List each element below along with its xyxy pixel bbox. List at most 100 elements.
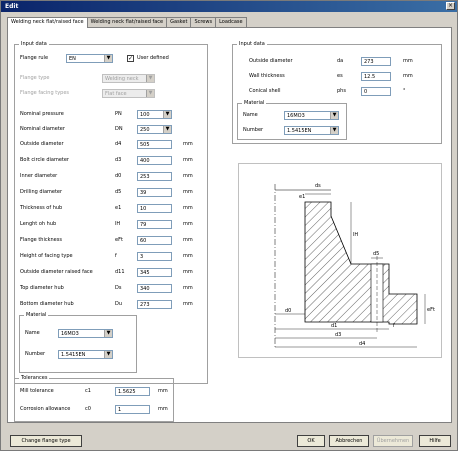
unit-label: mm <box>183 157 193 163</box>
param-symbol: d11 <box>115 269 125 275</box>
unit-label: mm <box>158 388 168 394</box>
group-title: Input data <box>19 41 49 47</box>
inner-diameter-input[interactable]: 253 <box>137 172 172 181</box>
param-label: Nominal diameter <box>20 126 65 132</box>
material-group: Material Name 16MO3 ▼ Number 1.5415EN ▼ <box>19 312 137 373</box>
material-name-select[interactable]: 16MO3 ▼ <box>284 111 339 120</box>
help-button[interactable]: Hilfe <box>419 435 451 447</box>
wall-thickness-input[interactable]: 12.5 <box>361 72 391 81</box>
flange-type-label: Flange type <box>20 75 50 81</box>
unit-label: mm <box>183 141 193 147</box>
param-label: Conical shell <box>249 88 281 94</box>
label-d4: d4 <box>359 341 365 347</box>
param-label: Flange thickness <box>20 237 62 243</box>
material-number-select[interactable]: 1.5415EN ▼ <box>284 126 339 135</box>
param-label: Outside diameter raised face <box>20 269 93 275</box>
param-label: Outside diameter <box>249 58 293 64</box>
tab-gasket[interactable]: Gasket <box>166 17 192 27</box>
close-icon[interactable]: × <box>446 2 455 10</box>
apply-button[interactable]: Übernehmen <box>373 435 413 447</box>
param-symbol: es <box>337 73 343 79</box>
param-label: Corrosion allowance <box>20 406 71 412</box>
conical-shell-input[interactable]: 0 <box>361 87 391 96</box>
flange-facing-value: Flat face <box>105 91 127 97</box>
param-symbol: e1 <box>115 205 122 211</box>
param-symbol: d4 <box>115 141 122 147</box>
param-value: 250 <box>140 127 150 133</box>
bottom-hub-diameter-input[interactable]: 273 <box>137 300 172 309</box>
group-title: Input data <box>237 41 267 47</box>
material-name-select[interactable]: 16MO3 ▼ <box>58 329 113 338</box>
unit-label: mm <box>183 269 193 275</box>
tab-screws[interactable]: Screws <box>190 17 217 27</box>
chevron-down-icon: ▼ <box>146 90 154 97</box>
tab-welding-neck-1[interactable]: Welding neck flat/raised face <box>7 17 88 28</box>
label-d1: d1 <box>331 323 337 329</box>
facing-height-input[interactable]: 3 <box>137 252 172 261</box>
flange-rule-select[interactable]: EN ▼ <box>66 54 113 63</box>
hub-length-input[interactable]: 79 <box>137 220 172 229</box>
material-name-value: 16MO3 <box>287 113 305 119</box>
tab-welding-neck-2[interactable]: Welding neck flat/raised face <box>86 17 168 27</box>
param-symbol: DN <box>115 126 123 132</box>
param-symbol: Ds <box>115 285 122 291</box>
raised-face-diameter-input[interactable]: 345 <box>137 268 172 277</box>
shell-outside-diameter-input[interactable]: 273 <box>361 57 391 66</box>
flange-rule-label: Flange rule <box>20 55 49 61</box>
param-symbol: lH <box>115 221 121 227</box>
chevron-down-icon: ▼ <box>146 75 154 82</box>
nominal-pressure-select[interactable]: 100 ▼ <box>137 110 172 119</box>
hub-thickness-input[interactable]: 10 <box>137 204 172 213</box>
unit-label: ° <box>403 88 406 94</box>
outside-diameter-input[interactable]: 505 <box>137 140 172 149</box>
param-label: Bottom diameter hub <box>20 301 74 307</box>
param-label: Nominal pressure <box>20 111 64 117</box>
tab-page: Input data Flange rule EN ▼ ✓ User defin… <box>7 27 452 423</box>
flange-drawing: ds e1 lH d0 d5 eFt f d1 d3 d4 <box>238 163 442 358</box>
top-hub-diameter-input[interactable]: 340 <box>137 284 172 293</box>
ok-button[interactable]: OK <box>297 435 325 447</box>
param-label: Top diameter hub <box>20 285 64 291</box>
chevron-down-icon: ▼ <box>163 111 171 118</box>
label-ds: ds <box>315 183 321 189</box>
input-data-right-group: Input data Outside diameter da 273 mm Wa… <box>232 41 442 144</box>
param-symbol: d5 <box>115 189 122 195</box>
flange-type-select[interactable]: Welding neck ▼ <box>102 74 155 83</box>
cancel-button[interactable]: Abbrechen <box>329 435 369 447</box>
mill-tolerance-input[interactable]: 1.5625 <box>115 387 150 396</box>
param-label: Drilling diameter <box>20 189 63 195</box>
unit-label: mm <box>183 301 193 307</box>
param-symbol: d0 <box>115 173 122 179</box>
user-defined-checkbox[interactable]: ✓ <box>127 55 134 62</box>
edit-dialog: Edit × Welding neck flat/raised face Wel… <box>0 0 458 451</box>
unit-label: mm <box>403 73 413 79</box>
param-symbol: phs <box>337 88 346 94</box>
corrosion-allowance-input[interactable]: 1 <box>115 405 150 414</box>
bolt-circle-diameter-input[interactable]: 400 <box>137 156 172 165</box>
material-number-label: Number <box>243 127 264 133</box>
param-label: Bolt circle diameter <box>20 157 69 163</box>
param-value: 100 <box>140 112 150 118</box>
drilling-diameter-input[interactable]: 39 <box>137 188 172 197</box>
flange-section-shape <box>304 201 418 325</box>
unit-label: mm <box>183 253 193 259</box>
flange-facing-select[interactable]: Flat face ▼ <box>102 89 155 98</box>
param-symbol: c1 <box>85 388 91 394</box>
material-number-select[interactable]: 1.5415EN ▼ <box>58 350 113 359</box>
label-e1: e1 <box>299 194 305 200</box>
group-title: Material <box>24 312 49 318</box>
tab-loadcase[interactable]: Loadcase <box>215 17 247 27</box>
material-number-value: 1.5415EN <box>287 128 312 134</box>
flange-rule-value: EN <box>69 56 76 62</box>
tolerances-group: Tolerances Mill tolerance c1 1.5625 mm C… <box>14 375 174 422</box>
title-bar: Edit × <box>1 1 457 12</box>
nominal-diameter-select[interactable]: 250 ▼ <box>137 125 172 134</box>
param-label: Outside diameter <box>20 141 64 147</box>
label-d5: d5 <box>373 251 379 257</box>
label-eft: eFt <box>427 307 435 313</box>
unit-label: mm <box>183 237 193 243</box>
unit-label: mm <box>403 58 413 64</box>
flange-thickness-input[interactable]: 60 <box>137 236 172 245</box>
change-flange-type-button[interactable]: Change flange type <box>10 435 82 447</box>
unit-label: mm <box>183 285 193 291</box>
